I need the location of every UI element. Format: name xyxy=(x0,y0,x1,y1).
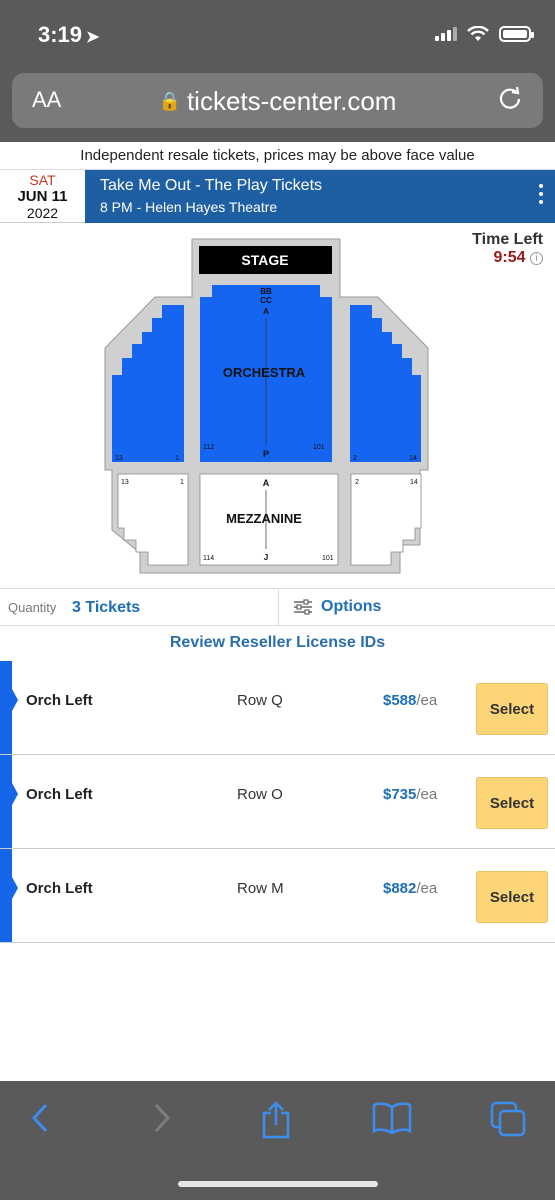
tabs-icon[interactable] xyxy=(490,1101,526,1137)
listing-row-label: Row Q xyxy=(237,692,283,709)
time-left-countdown: 9:54 xyxy=(493,249,526,266)
orch-center-seat-101: 101 xyxy=(313,444,325,451)
listing-section: Orch Left xyxy=(26,786,93,803)
orch-left-seat-1: 1 xyxy=(175,455,179,462)
event-header: SAT JUN 11 2022 Take Me Out - The Play T… xyxy=(0,170,555,223)
options-label: Options xyxy=(321,598,382,615)
status-time-text: 3:19 xyxy=(38,22,83,47)
wifi-icon xyxy=(467,26,489,41)
time-left-label: Time Left xyxy=(472,231,543,248)
time-left: Time Left 9:54 i xyxy=(472,231,543,267)
seat-map[interactable]: STAGE BB CC A ORCHESTRA P 13 1 112 101 2… xyxy=(0,223,555,588)
url-text: tickets-center.com xyxy=(186,86,397,116)
mezzanine-label: MEZZANINE xyxy=(226,511,302,526)
reload-icon[interactable] xyxy=(497,85,523,111)
url-display[interactable]: 🔒 tickets-center.com xyxy=(12,86,543,117)
home-indicator xyxy=(178,1181,378,1187)
seat-map-area: STAGE BB CC A ORCHESTRA P 13 1 112 101 2… xyxy=(0,223,555,588)
mezzanine-right-section[interactable] xyxy=(350,473,422,566)
chevron-left-icon[interactable] xyxy=(28,1101,54,1135)
orch-row-label-cc: CC xyxy=(260,296,272,305)
share-icon[interactable] xyxy=(259,1101,293,1139)
options-button[interactable]: Options xyxy=(293,598,381,616)
status-time: 3:19 ➤ xyxy=(38,22,99,48)
quantity-label: Quantity xyxy=(8,600,57,615)
mezz-row-label-j: J xyxy=(264,553,268,562)
listing-accent xyxy=(0,755,18,848)
listing-row-label: Row O xyxy=(237,786,283,803)
listing-price-unit: /ea xyxy=(416,880,438,897)
listing-price: $588/ea xyxy=(383,692,437,709)
listing-accent xyxy=(0,661,18,754)
listing-accent xyxy=(0,849,18,942)
mezz-row-label-a: A xyxy=(263,478,270,488)
listing-price: $882/ea xyxy=(383,880,437,897)
select-button[interactable]: Select xyxy=(476,777,548,829)
address-bar[interactable]: AA 🔒 tickets-center.com xyxy=(12,73,543,128)
listing-section: Orch Left xyxy=(26,880,93,897)
status-icons xyxy=(435,26,534,42)
quantity-selector[interactable]: 3 Tickets xyxy=(72,599,140,617)
select-button[interactable]: Select xyxy=(476,871,548,923)
orchestra-label: ORCHESTRA xyxy=(223,365,306,380)
battery-icon xyxy=(499,26,534,42)
orch-right-seat-2: 2 xyxy=(353,455,357,462)
listing-price-amount: $735 xyxy=(383,786,417,803)
listing-price-amount: $882 xyxy=(383,880,417,897)
stage-label: STAGE xyxy=(241,252,288,268)
orch-left-seat-13: 13 xyxy=(115,455,123,462)
chevron-right-icon[interactable] xyxy=(148,1101,174,1135)
time-left-value: 9:54 i xyxy=(472,249,543,267)
browser-top-bar: 3:19 ➤ AA 🔒 tickets-center.com xyxy=(0,0,555,142)
info-icon[interactable]: i xyxy=(530,252,543,265)
more-options-icon[interactable] xyxy=(539,184,543,204)
listing-price: $735/ea xyxy=(383,786,437,803)
mezz-left-seat-1: 1 xyxy=(180,479,184,486)
mezz-center-seat-114: 114 xyxy=(203,555,214,562)
mezzanine-left-section[interactable] xyxy=(117,473,189,566)
event-date: SAT JUN 11 2022 xyxy=(0,170,85,223)
listing-section: Orch Left xyxy=(26,692,93,709)
mezz-right-seat-14: 14 xyxy=(410,479,418,486)
event-year: 2022 xyxy=(26,205,59,221)
cellular-signal-icon xyxy=(435,27,457,41)
resale-disclaimer: Independent resale tickets, prices may b… xyxy=(0,142,555,170)
filter-divider xyxy=(278,589,279,626)
orch-row-label-p: P xyxy=(263,449,269,459)
listing-row-label: Row M xyxy=(237,880,284,897)
orch-row-label-bb: BB xyxy=(260,287,272,296)
select-button[interactable]: Select xyxy=(476,683,548,735)
orch-right-seat-14: 14 xyxy=(409,455,417,462)
filter-bar: Quantity 3 Tickets Options xyxy=(0,588,555,626)
orch-row-label-a: A xyxy=(263,307,269,316)
review-license-link[interactable]: Review Reseller License IDs xyxy=(0,634,555,652)
listing-price-unit: /ea xyxy=(416,692,438,709)
mezz-center-seat-101: 101 xyxy=(322,555,334,562)
sliders-icon xyxy=(294,599,312,615)
ticket-listings: Orch Left Row Q $588/ea Select Orch Left… xyxy=(0,661,555,943)
listing-row[interactable]: Orch Left Row Q $588/ea Select xyxy=(0,661,555,755)
orch-center-seat-112: 112 xyxy=(203,444,214,451)
location-arrow-icon: ➤ xyxy=(86,29,100,46)
listing-price-amount: $588 xyxy=(383,692,417,709)
listing-row[interactable]: Orch Left Row M $882/ea Select xyxy=(0,849,555,943)
event-subtitle: 8 PM - Helen Hayes Theatre xyxy=(100,199,278,215)
event-month-day: JUN 11 xyxy=(17,188,68,205)
listing-row[interactable]: Orch Left Row O $735/ea Select xyxy=(0,755,555,849)
event-day-of-week: SAT xyxy=(29,172,56,188)
mezz-right-seat-2: 2 xyxy=(355,479,359,486)
book-icon[interactable] xyxy=(372,1101,412,1135)
lock-icon: 🔒 xyxy=(158,91,181,111)
listing-price-unit: /ea xyxy=(416,786,438,803)
mezz-left-seat-13: 13 xyxy=(121,479,129,486)
event-title: Take Me Out - The Play Tickets xyxy=(100,177,323,194)
